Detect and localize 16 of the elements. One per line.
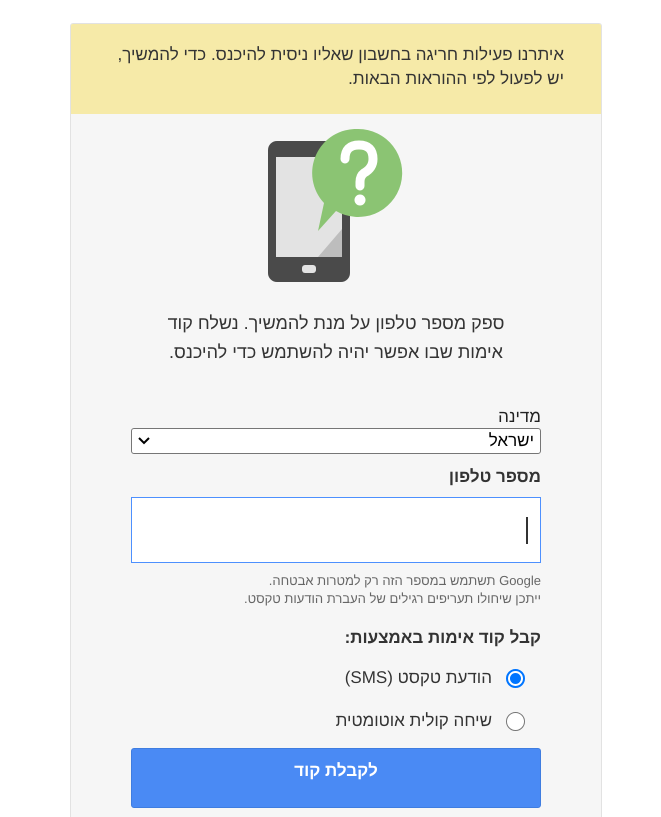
intro-text: ספק מספר טלפון על מנת להמשיך. נשלח קוד אימות שבו אפשר יהיה להשתמש כדי להיכנס.	[166, 312, 506, 364]
radio-label: שיחה קולית אוטומטית	[336, 710, 492, 732]
hint-text: Google תשתמש במספר הזה רק למטרות אבטחה.	[268, 572, 541, 590]
country-select[interactable]: ישראל	[131, 428, 541, 454]
hint-text: ייתכן שיחולו תעריפים רגילים של העברת הודעות טקסט.	[244, 590, 541, 608]
alert-text: איתרנו פעילות חריגה בחשבון שאליו ניסית להיכנס. כדי להמשיך, יש לפעול לפי ההוראות הבאות.	[116, 44, 564, 90]
phone-label: מספר טלפון	[448, 467, 541, 487]
phone-input-field[interactable]	[131, 497, 541, 563]
country-label: מדינה	[498, 407, 541, 427]
chevron-down-icon	[138, 437, 150, 445]
radio-button[interactable]	[506, 712, 525, 730]
radio-button[interactable]	[506, 668, 525, 688]
phone-question-icon	[268, 129, 404, 282]
radio-label: הודעת טקסט (SMS)	[344, 667, 492, 689]
method-heading: קבל קוד אימות באמצעות:	[344, 628, 541, 648]
text-cursor	[526, 516, 528, 544]
